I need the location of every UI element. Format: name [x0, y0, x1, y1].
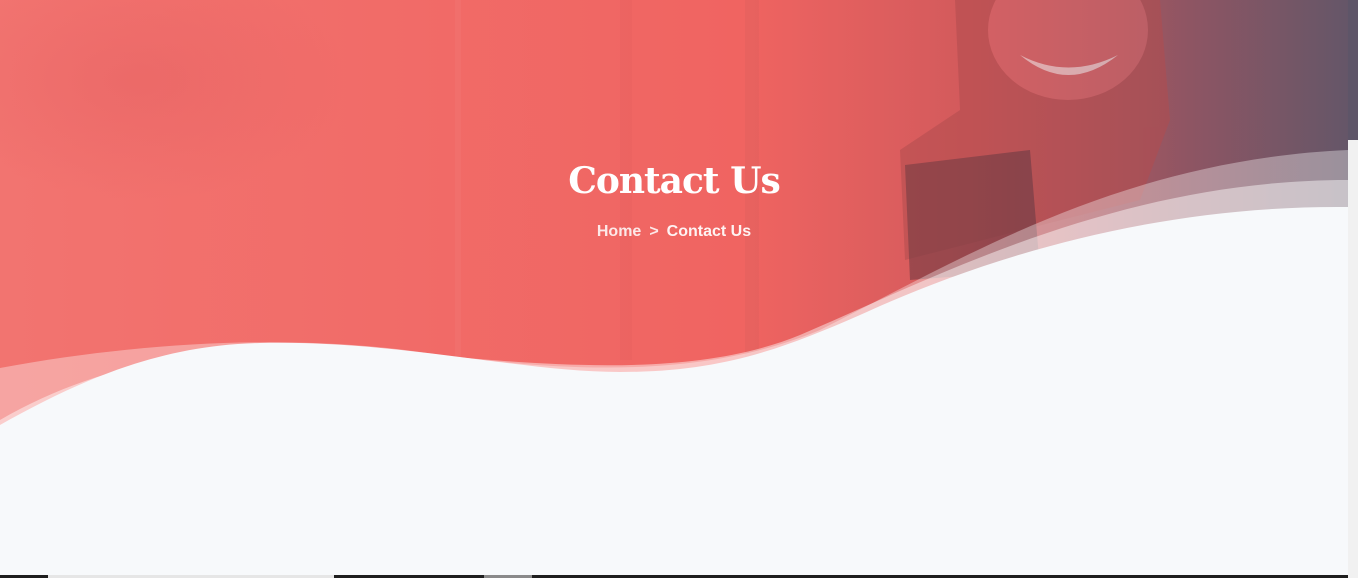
page-title: Contact Us	[568, 160, 781, 202]
hero-banner: Contact Us Home > Contact Us	[0, 0, 1348, 578]
page: Contact Us Home > Contact Us	[0, 0, 1358, 578]
breadcrumb: Home > Contact Us	[0, 223, 1348, 241]
breadcrumb-separator: >	[649, 223, 659, 240]
hero-background	[0, 0, 1348, 578]
scrollbar-thumb[interactable]	[1348, 0, 1358, 140]
hero-content: Contact Us Home > Contact Us	[0, 155, 1348, 241]
scrollbar[interactable]	[1348, 0, 1358, 578]
breadcrumb-current: Contact Us	[666, 223, 752, 240]
breadcrumb-home-link[interactable]: Home	[597, 223, 641, 241]
